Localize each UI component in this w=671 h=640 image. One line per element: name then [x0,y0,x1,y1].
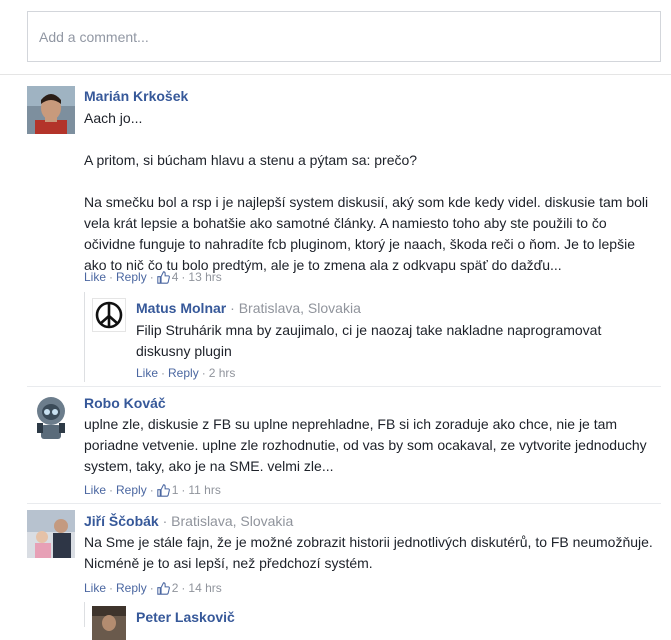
reply-link[interactable]: Reply [116,270,147,284]
avatar[interactable] [27,510,75,558]
comment-time[interactable]: 11 hrs [188,483,220,497]
separator: · [149,270,154,284]
author-name[interactable]: Peter Laskovič [136,609,235,625]
avatar[interactable] [92,298,126,332]
comment-text: Aach jo... A pritom, si búcham hlavu a s… [84,108,654,276]
comment-text-content: uplne zle, diskusie z FB su uplne nepreh… [84,416,647,474]
reply-thread-line [84,602,85,627]
comment-time[interactable]: 14 hrs [188,581,221,595]
avatar-photo [27,510,75,558]
separator: · [149,581,154,595]
thumbs-up-icon[interactable] [156,581,170,595]
comment-actions: Like · Reply · 1 · 11 hrs [84,483,221,497]
comment-text-content: Na Sme je stále fajn, že je možné zobraz… [84,534,653,571]
separator: · [201,366,206,380]
comment-actions: Like · Reply · 4 · 13 hrs [84,270,222,284]
separator: · [109,483,114,497]
avatar-photo [27,393,75,441]
like-count: 2 [171,581,179,595]
author-name-text[interactable]: Peter Laskovič [136,609,235,625]
separator: · [181,270,186,284]
author-name[interactable]: Jiří Ščobák · Bratislava, Slovakia [84,513,293,529]
author-name[interactable]: Marián Krkošek [84,88,188,104]
like-link[interactable]: Like [84,270,106,284]
author-name-text[interactable]: Matus Molnar [136,300,226,316]
author-name-text[interactable]: Robo Kováč [84,395,166,411]
like-link[interactable]: Like [136,366,158,380]
thumbs-up-icon[interactable] [156,483,170,497]
comment-time[interactable]: 13 hrs [188,270,221,284]
separator: · [109,581,114,595]
thumbs-up-icon[interactable] [156,270,170,284]
reply-thread-line [84,292,85,382]
comment-input[interactable] [28,12,660,61]
separator: · [149,483,154,497]
author-name[interactable]: Matus Molnar · Bratislava, Slovakia [136,300,361,316]
comment-text-content: Filip Struhárik mna by zaujimalo, ci je … [136,322,602,359]
comment-text: Na Sme je stále fajn, že je možné zobraz… [84,532,669,574]
separator: · [109,270,114,284]
comment-actions: Like · Reply · 2 hrs [136,366,235,380]
author-name-text[interactable]: Marián Krkošek [84,88,188,104]
avatar[interactable] [27,86,75,134]
like-count: 4 [171,270,179,284]
separator: · [181,581,186,595]
comment-input-box[interactable] [27,11,661,62]
separator: · [181,483,186,497]
avatar-photo [92,606,126,640]
comment-time[interactable]: 2 hrs [209,366,236,380]
avatar-photo [27,86,75,134]
author-name-text[interactable]: Jiří Ščobák [84,513,159,529]
divider [0,74,671,75]
reply-link[interactable]: Reply [168,366,199,380]
author-location: · Bratislava, Slovakia [162,513,294,529]
comment-text: Filip Struhárik mna by zaujimalo, ci je … [136,320,656,362]
comment-text-content: Aach jo... A pritom, si búcham hlavu a s… [84,110,649,273]
like-link[interactable]: Like [84,581,106,595]
author-location-text: Bratislava, Slovakia [238,300,361,316]
peace-sign-icon [95,301,123,329]
reply-link[interactable]: Reply [116,483,147,497]
like-count: 1 [171,483,179,497]
comment-actions: Like · Reply · 2 · 14 hrs [84,581,222,595]
reply-link[interactable]: Reply [116,581,147,595]
avatar[interactable] [27,393,75,441]
comment-divider [27,386,661,387]
author-location: · Bratislava, Slovakia [230,300,361,316]
comment-text: uplne zle, diskusie z FB su uplne nepreh… [84,414,664,477]
author-name[interactable]: Robo Kováč [84,395,166,411]
avatar[interactable] [92,606,126,640]
comment-divider [27,503,661,504]
author-location-text: Bratislava, Slovakia [171,513,294,529]
like-link[interactable]: Like [84,483,106,497]
separator: · [161,366,166,380]
